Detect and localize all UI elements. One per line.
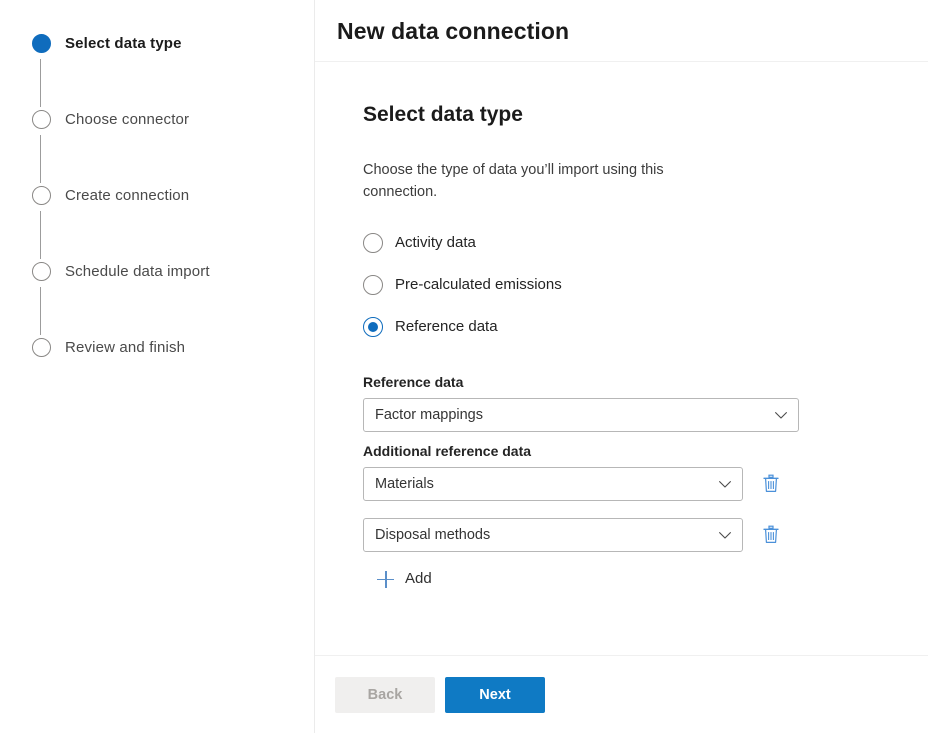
additional-reference-dropdown-value: Disposal methods	[375, 527, 491, 543]
wizard-stepper: Select data type Choose connector Create…	[0, 0, 315, 733]
chevron-down-icon	[718, 528, 732, 542]
chevron-down-icon	[718, 477, 732, 491]
reference-data-dropdown[interactable]: Factor mappings	[363, 398, 799, 432]
reference-data-field: Reference data Factor mappings Additiona…	[363, 372, 928, 589]
radio-label: Pre-calculated emissions	[395, 275, 562, 293]
panel-body: Select data type Choose the type of data…	[315, 62, 928, 655]
delete-additional-reference-2-button[interactable]	[760, 523, 782, 547]
stepper-dot-icon	[31, 186, 51, 205]
radio-option-reference-data[interactable]: Reference data	[363, 311, 928, 342]
stepper-item-label: Schedule data import	[65, 263, 210, 280]
stepper-item-label: Create connection	[65, 187, 190, 204]
reference-data-label: Reference data	[363, 374, 464, 390]
stepper-marker	[31, 33, 51, 107]
stepper-item-review-and-finish[interactable]: Review and finish	[0, 337, 314, 413]
stepper-item-choose-connector[interactable]: Choose connector	[0, 109, 314, 185]
stepper-item-create-connection[interactable]: Create connection	[0, 185, 314, 261]
page-title: New data connection	[337, 17, 570, 44]
delete-additional-reference-1-button[interactable]	[760, 472, 782, 496]
radio-mark-selected-icon	[363, 316, 383, 337]
plus-icon	[377, 570, 394, 588]
stepper-marker	[31, 109, 51, 183]
stepper-dot-icon	[31, 262, 51, 281]
wizard-panel: New data connection Select data type Cho…	[315, 0, 928, 733]
new-data-connection-wizard: Select data type Choose connector Create…	[0, 0, 928, 733]
stepper-connector	[40, 211, 42, 259]
stepper-dot-active-icon	[31, 34, 51, 53]
stepper-item-schedule-data-import[interactable]: Schedule data import	[0, 261, 314, 337]
radio-label: Reference data	[395, 317, 498, 335]
wizard-footer: Back Next	[315, 655, 928, 733]
stepper-item-select-data-type[interactable]: Select data type	[0, 33, 314, 109]
stepper-dot-icon	[31, 338, 51, 357]
stepper-connector	[40, 287, 42, 335]
back-button[interactable]: Back	[335, 676, 435, 713]
add-button-label: Add	[405, 570, 432, 587]
stepper-item-label: Review and finish	[65, 339, 186, 356]
trash-icon	[762, 474, 780, 494]
reference-data-dropdown-value: Factor mappings	[375, 407, 483, 423]
stepper-marker	[31, 261, 51, 335]
trash-icon	[762, 525, 780, 545]
radio-option-pre-calculated-emissions[interactable]: Pre-calculated emissions	[363, 269, 928, 300]
data-type-radio-group: Activity data Pre-calculated emissions R…	[363, 227, 928, 342]
radio-option-activity-data[interactable]: Activity data	[363, 227, 928, 258]
stepper-connector	[40, 59, 42, 107]
stepper-marker	[31, 185, 51, 259]
additional-reference-data-row: Disposal methods	[363, 518, 928, 552]
radio-label: Activity data	[395, 233, 476, 251]
section-title: Select data type	[363, 103, 523, 126]
add-reference-data-button[interactable]: Add	[377, 569, 432, 589]
additional-reference-dropdown-value: Materials	[375, 476, 434, 492]
additional-reference-dropdown-2[interactable]: Disposal methods	[363, 518, 743, 552]
chevron-down-icon	[774, 408, 788, 422]
stepper-dot-icon	[31, 110, 51, 129]
additional-reference-data-row: Materials	[363, 467, 928, 501]
additional-reference-data-label: Additional reference data	[363, 443, 532, 459]
stepper-item-label: Choose connector	[65, 111, 190, 128]
radio-mark-icon	[363, 232, 383, 253]
additional-reference-dropdown-1[interactable]: Materials	[363, 467, 743, 501]
stepper-item-label: Select data type	[65, 35, 182, 52]
radio-mark-icon	[363, 274, 383, 295]
section-description: Choose the type of data you’ll import us…	[363, 162, 664, 200]
next-button[interactable]: Next	[445, 676, 545, 713]
panel-header: New data connection	[315, 0, 928, 62]
stepper-marker	[31, 337, 51, 357]
stepper-connector	[40, 135, 42, 183]
